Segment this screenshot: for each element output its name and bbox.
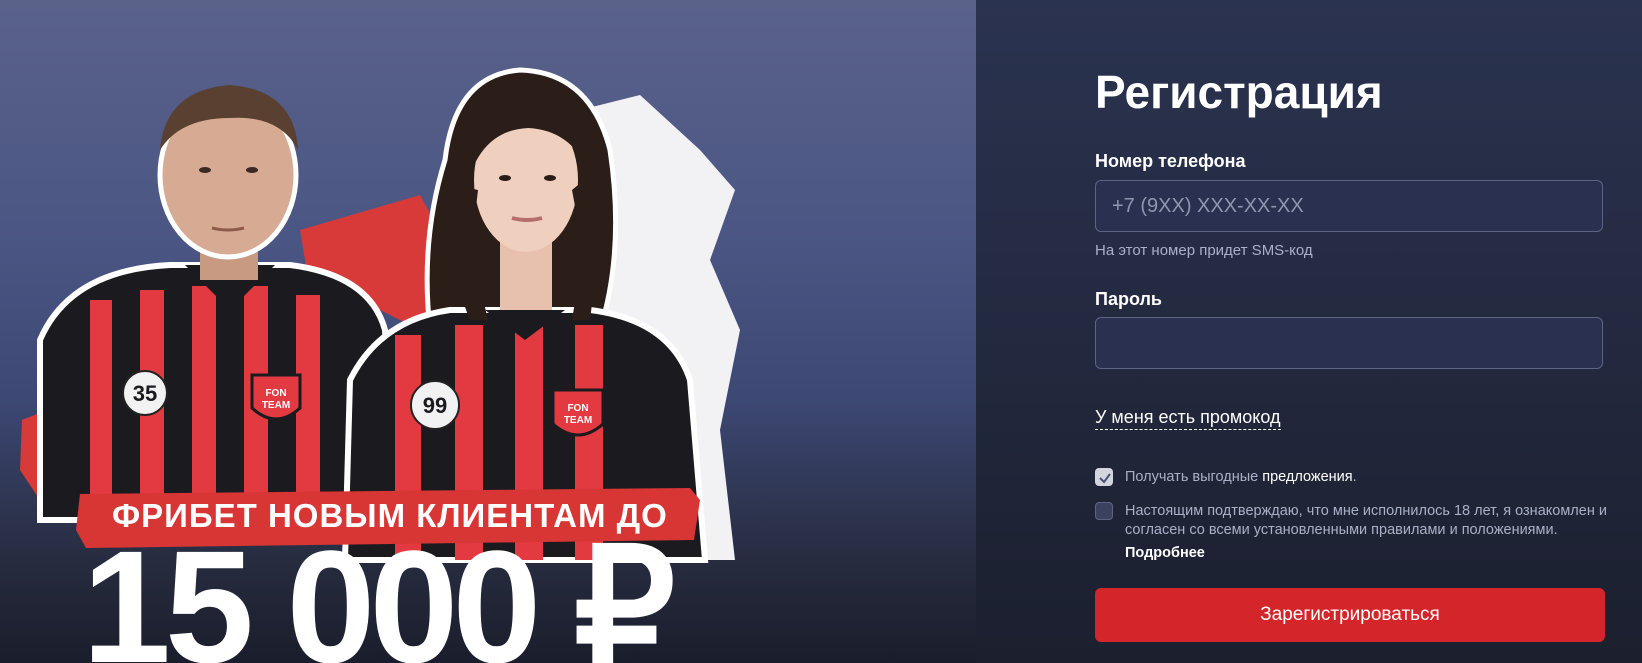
svg-text:99: 99 [423,393,447,418]
svg-text:FON: FON [567,403,588,414]
offers-checkbox[interactable] [1095,468,1113,486]
svg-text:FON: FON [265,388,286,399]
svg-text:TEAM: TEAM [262,400,290,411]
page-title: Регистрация [1095,66,1383,118]
player-left: 35 FON TEAM [37,85,399,523]
phone-label: Номер телефона [1095,151,1246,171]
svg-text:35: 35 [133,381,157,406]
offers-link[interactable]: предложения [1262,469,1352,485]
promo-code-link[interactable]: У меня есть промокод [1095,406,1281,430]
password-input[interactable] [1095,317,1603,369]
terms-checkbox-label: Настоящим подтверждаю, что мне исполнило… [1125,503,1607,538]
phone-input[interactable] [1095,180,1603,232]
register-button[interactable]: Зарегистрироваться [1095,588,1605,642]
offers-checkbox-row[interactable]: Получать выгодные предложения. [1095,468,1635,488]
terms-checkbox-row[interactable]: Настоящим подтверждаю, что мне исполнило… [1095,502,1635,542]
promo-banner: 35 FON TEAM 99 FON TEAM ФРИБЕТ НОВЫМ КЛИ… [0,0,976,663]
svg-text:TEAM: TEAM [564,415,592,426]
phone-hint: На этот номер придет SMS-код [1095,242,1313,259]
more-details-link[interactable]: Подробнее [1125,544,1205,562]
terms-checkbox[interactable] [1095,502,1113,520]
promo-amount: 15 000 ₽ [82,517,676,663]
offers-checkbox-label: Получать выгодные предложения. [1125,469,1357,485]
password-label: Пароль [1095,289,1162,309]
checkmark-icon [1099,473,1111,484]
